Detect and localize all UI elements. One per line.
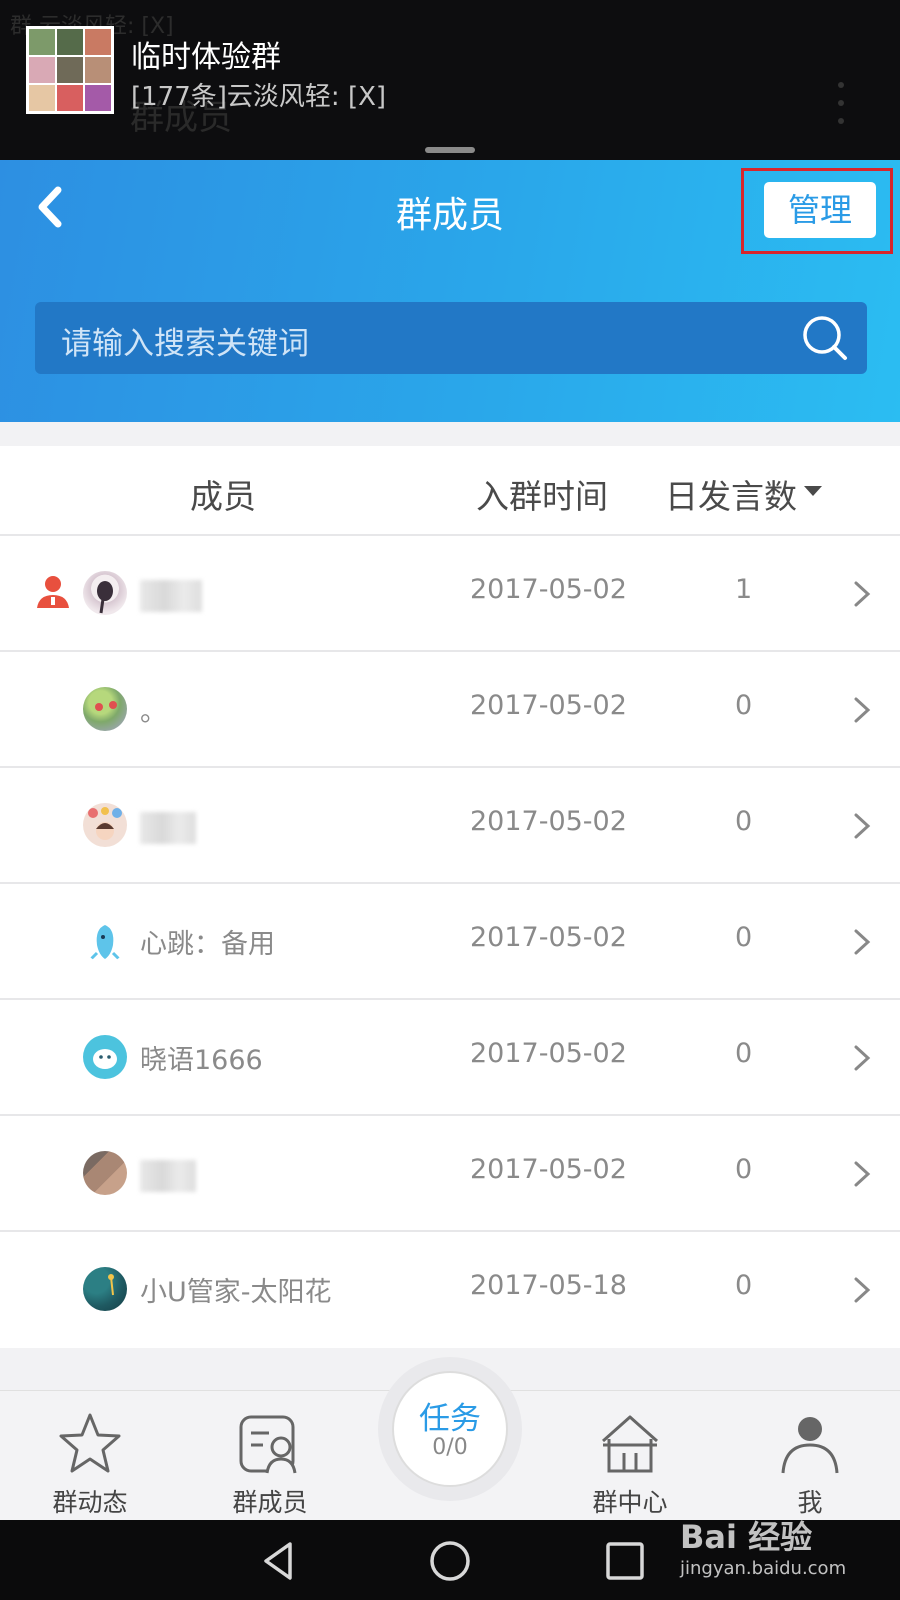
chevron-right-icon (854, 1277, 871, 1303)
notification-banner[interactable]: 群 云淡风轻: [X] 群成员 临时体验群 [177条]云淡风轻: [X] (0, 0, 900, 160)
post-count: 0 (735, 690, 753, 721)
member-list: 成员 入群时间 日发言数 2017-05-02 1 。 2017-05-02 0 (0, 446, 900, 1348)
post-count: 0 (735, 1038, 753, 1069)
sort-down-icon[interactable] (804, 486, 822, 496)
drag-handle[interactable] (425, 147, 475, 153)
avatar (83, 1267, 127, 1311)
watermark: Bai 经验 jingyan.baidu.com (680, 1512, 846, 1579)
chevron-right-icon (854, 813, 871, 839)
avatar (83, 919, 127, 963)
nav-group-feed[interactable]: 群动态 (30, 1391, 150, 1521)
task-button[interactable]: 任务 0/0 (378, 1357, 522, 1501)
recents-square-icon[interactable] (602, 1538, 648, 1584)
member-row[interactable]: 。 2017-05-02 0 (0, 652, 900, 768)
post-count: 0 (735, 1270, 753, 1301)
join-date: 2017-05-18 (470, 1270, 627, 1301)
member-row[interactable]: 2017-05-02 0 (0, 768, 900, 884)
member-name: 。 (140, 697, 167, 728)
join-date: 2017-05-02 (470, 922, 627, 953)
avatar (83, 571, 127, 615)
task-count: 0/0 (432, 1435, 468, 1460)
blurred-name (140, 812, 196, 844)
star-icon (59, 1413, 121, 1473)
blurred-name (140, 1160, 196, 1192)
watermark-brand: Bai 经验 (680, 1518, 813, 1556)
post-count: 0 (735, 806, 753, 837)
highlight-box (741, 168, 893, 254)
chevron-right-icon (854, 697, 871, 723)
group-avatar (26, 26, 114, 114)
avatar (83, 1151, 127, 1195)
column-member: 成员 (190, 477, 256, 516)
member-name: 小U管家-太阳花 (140, 1277, 332, 1308)
join-date: 2017-05-02 (470, 806, 627, 837)
post-count: 0 (735, 922, 753, 953)
column-join-time[interactable]: 入群时间 (476, 470, 608, 518)
nav-label: 群成员 (232, 1488, 308, 1517)
avatar (83, 687, 127, 731)
avatar (83, 803, 127, 847)
blurred-name (140, 580, 202, 612)
chevron-right-icon (854, 929, 871, 955)
notification-title: 临时体验群 (131, 40, 281, 75)
join-date: 2017-05-02 (470, 1038, 627, 1069)
owner-icon (37, 576, 69, 608)
member-row[interactable]: 心跳：备用 2017-05-02 0 (0, 884, 900, 1000)
bottom-nav: 群动态 群成员 任务 0/0 群中心 我 (0, 1357, 900, 1521)
header: 群成员 管理 请输入搜索关键词 (0, 160, 900, 422)
system-nav-bar: Bai 经验 jingyan.baidu.com (0, 1518, 900, 1600)
member-row[interactable]: 小U管家-太阳花 2017-05-18 0 (0, 1232, 900, 1348)
chevron-right-icon (854, 1161, 871, 1187)
nav-label: 群动态 (52, 1488, 128, 1517)
nav-me[interactable]: 我 (750, 1391, 870, 1521)
search-input[interactable]: 请输入搜索关键词 (35, 302, 867, 374)
house-icon (602, 1415, 658, 1473)
back-triangle-icon[interactable] (256, 1538, 302, 1584)
member-row[interactable]: 2017-05-02 0 (0, 1116, 900, 1232)
post-count: 0 (735, 1154, 753, 1185)
list-header: 成员 入群时间 日发言数 (0, 446, 900, 536)
chevron-right-icon (854, 1045, 871, 1071)
more-icon[interactable] (838, 82, 846, 128)
task-circle: 任务 0/0 (392, 1371, 508, 1487)
search-icon[interactable] (799, 312, 851, 364)
join-date: 2017-05-02 (470, 690, 627, 721)
nav-group-center[interactable]: 群中心 (570, 1391, 690, 1521)
member-name: 晓语1666 (140, 1045, 263, 1076)
member-row[interactable]: 2017-05-02 1 (0, 536, 900, 652)
member-row[interactable]: 晓语1666 2017-05-02 0 (0, 1000, 900, 1116)
avatar (83, 1035, 127, 1079)
screen: 群 云淡风轻: [X] 群成员 临时体验群 [177条]云淡风轻: [X] 群成… (0, 0, 900, 1600)
join-date: 2017-05-02 (470, 1154, 627, 1185)
user-icon (781, 1417, 839, 1474)
nav-label: 群中心 (592, 1488, 668, 1517)
member-name: 心跳：备用 (140, 929, 275, 960)
watermark-url: jingyan.baidu.com (680, 1558, 847, 1579)
home-circle-icon[interactable] (427, 1538, 473, 1584)
search-placeholder: 请输入搜索关键词 (61, 326, 309, 362)
join-date: 2017-05-02 (470, 574, 627, 605)
members-icon (239, 1415, 297, 1474)
post-count: 1 (735, 574, 753, 605)
task-label: 任务 (419, 1401, 481, 1437)
nav-group-members[interactable]: 群成员 (210, 1391, 330, 1521)
notification-subtitle: [177条]云淡风轻: [X] (131, 82, 387, 112)
chevron-right-icon (854, 581, 871, 607)
column-daily-posts[interactable]: 日发言数 (665, 470, 797, 518)
